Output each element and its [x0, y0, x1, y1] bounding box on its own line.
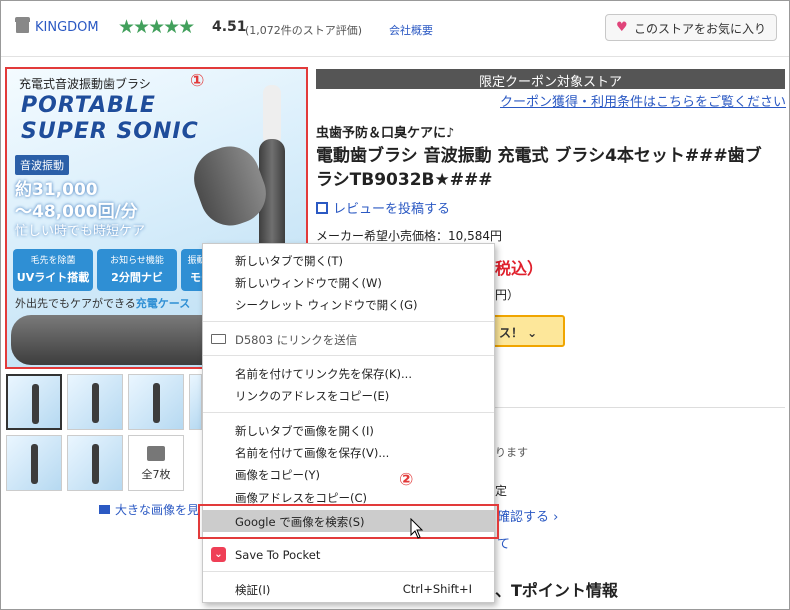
context-menu: 新しいタブで開く(T) 新しいウィンドウで開く(W) シークレット ウィンドウで…: [202, 243, 495, 603]
menu-item-label: 画像をコピー(Y): [235, 468, 320, 482]
confirm-link[interactable]: 確認する ›: [497, 506, 558, 525]
pocket-icon: ⌄: [211, 547, 226, 562]
menu-item-label: Save To Pocket: [235, 548, 321, 562]
menu-item-copy-link-address[interactable]: リンクのアドレスをコピー(E): [203, 384, 494, 406]
tagline-highlight: 充電ケース: [135, 297, 191, 310]
view-large-image-link[interactable]: 大きな画像を見: [99, 501, 199, 518]
price-sub-fragment: 円）: [495, 288, 520, 302]
annotation-highlight-box: [198, 504, 499, 539]
menu-item-label: 新しいウィンドウで開く(W): [235, 276, 382, 290]
thumbnail-graphic: [32, 384, 39, 424]
logo-portable: PORTABLE: [21, 93, 156, 118]
busy-tagline: 忙しい時でも時短ケア: [15, 224, 146, 239]
menu-item-label: シークレット ウィンドウで開く(G): [235, 298, 418, 312]
thumbnail-graphic: [92, 444, 99, 484]
view-large-image-label: 大きな画像を見: [115, 503, 200, 517]
feature-tile-bottom: 2分間ナビ: [111, 271, 163, 284]
menu-item-label: 名前を付けてリンク先を保存(K)...: [235, 367, 412, 381]
rating-value: 4.51: [212, 19, 247, 35]
heart-icon: ♥: [616, 20, 628, 35]
favorite-store-label: このストアをお気に入り: [634, 22, 767, 36]
menu-item-open-image-new-tab[interactable]: 新しいタブで画像を開く(I): [203, 419, 494, 441]
store-icon: [15, 17, 30, 33]
device-icon: [211, 334, 226, 344]
menu-item-label: 新しいタブで開く(T): [235, 254, 343, 268]
menu-item-open-new-window[interactable]: 新しいウィンドウで開く(W): [203, 271, 494, 293]
write-review-label: レビューを投稿する: [333, 202, 451, 217]
all-images-button[interactable]: 全7枚: [128, 435, 184, 491]
browser-page: KINGDOM ★★★★★ 4.51 (1,072件のストア評価) 会社概要 ♥…: [0, 0, 790, 610]
feature-tile-top: 毛先を除菌: [30, 256, 76, 266]
tpoint-heading: 、Tポイント情報: [495, 581, 618, 600]
feature-tile-navi: お知らせ機能 2分間ナビ: [97, 249, 177, 291]
coupon-terms-link[interactable]: クーポン獲得・利用条件はこちらをご覧ください: [500, 91, 786, 110]
edit-icon: [316, 202, 328, 214]
write-review-link[interactable]: レビューを投稿する: [316, 198, 450, 217]
menu-item-shortcut: Ctrl+Shift+I: [402, 582, 472, 596]
coupon-header: 限定クーポン対象ストア: [316, 69, 785, 90]
favorite-store-button[interactable]: ♥ このストアをお気に入り: [605, 14, 777, 41]
sonic-badge: 音波振動: [15, 155, 69, 175]
thumbnail-3[interactable]: [128, 374, 184, 430]
menu-divider: [203, 412, 494, 413]
store-header: KINGDOM ★★★★★ 4.51 (1,072件のストア評価) 会社概要 ♥…: [1, 1, 789, 57]
menu-item-save-to-pocket[interactable]: ⌄ Save To Pocket: [203, 544, 494, 566]
menu-item-label: 名前を付けて画像を保存(V)...: [235, 446, 390, 460]
annotation-marker-2: ②: [399, 470, 414, 490]
menu-divider: [203, 571, 494, 572]
image-icon: [99, 505, 110, 514]
thumbnail-graphic: [153, 383, 160, 423]
product-catchphrase: 虫歯予防＆口臭ケアに♪: [316, 126, 455, 141]
menu-item-send-to-device[interactable]: D5803 にリンクを送信: [203, 328, 494, 350]
company-info-link[interactable]: 会社概要: [389, 22, 433, 38]
product-title: 電動歯ブラシ 音波振動 充電式 ブラシ4本セット###歯ブラシTB9032B★#…: [316, 146, 762, 190]
menu-item-save-link-as[interactable]: 名前を付けてリンク先を保存(K)...: [203, 362, 494, 384]
menu-item-label: D5803 にリンクを送信: [235, 333, 358, 347]
feature-tile-top: お知らせ機能: [110, 256, 164, 266]
logo-super-sonic: SUPER SONIC: [21, 119, 199, 144]
vibration-count-range: 〜48,000回/分: [15, 202, 138, 222]
menu-divider: [203, 321, 494, 322]
thumbnail-5[interactable]: [6, 435, 62, 491]
divider: [495, 407, 785, 408]
feature-tile-bottom: UVライト搭載: [16, 271, 90, 284]
thumbnail-graphic: [31, 444, 38, 484]
all-images-label: 全7枚: [141, 468, 171, 481]
thumbnail-graphic: [92, 383, 99, 423]
star-rating-icon: ★★★★★: [118, 16, 195, 38]
thumbnail-4[interactable]: [189, 374, 202, 430]
store-name-link[interactable]: KINGDOM: [35, 20, 99, 35]
option-select-button[interactable]: ス！ ⌄: [491, 315, 565, 347]
menu-item-copy-image[interactable]: 画像をコピー(Y): [203, 463, 494, 485]
image-gallery-icon: [147, 446, 165, 461]
menu-item-label: リンクのアドレスをコピー(E): [235, 389, 390, 403]
menu-item-save-image-as[interactable]: 名前を付けて画像を保存(V)...: [203, 441, 494, 463]
text-fragment-3: ります: [495, 446, 528, 459]
tagline-prefix: 外出先でもケアができる: [15, 297, 136, 310]
price-tax-label: 税込）: [495, 259, 544, 278]
maker-price: メーカー希望小売価格：10,584円: [316, 229, 502, 243]
annotation-marker-1: ①: [190, 71, 205, 91]
thumbnail-1[interactable]: [6, 374, 62, 430]
text-fragment-4: 定: [495, 484, 508, 498]
menu-item-open-incognito[interactable]: シークレット ウィンドウで開く(G): [203, 293, 494, 315]
feature-tile-uv: 毛先を除菌 UVライト搭載: [13, 249, 93, 291]
charging-case-tagline: 外出先でもケアができる充電ケース: [15, 295, 190, 311]
thumbnail-2[interactable]: [67, 374, 123, 430]
menu-item-open-new-tab[interactable]: 新しいタブで開く(T): [203, 249, 494, 271]
image-caption: 充電式音波振動歯ブラシ: [19, 77, 151, 91]
rating-count[interactable]: (1,072件のストア評価): [245, 22, 362, 38]
menu-item-label: 画像アドレスをコピー(C): [235, 491, 368, 505]
thumbnail-6[interactable]: [67, 435, 123, 491]
menu-item-inspect[interactable]: 検証(I) Ctrl+Shift+I: [203, 578, 494, 600]
toothbrush-head-graphic: [263, 85, 281, 145]
menu-item-label: 検証(I): [235, 583, 271, 597]
menu-item-label: 新しいタブで画像を開く(I): [235, 424, 374, 438]
menu-divider: [203, 355, 494, 356]
